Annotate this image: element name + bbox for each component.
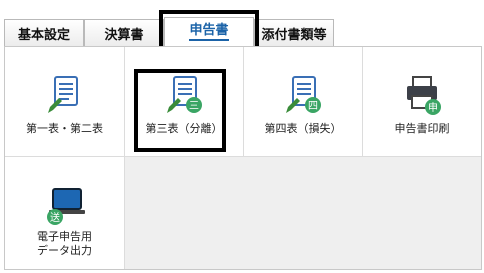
tile-form-1-2[interactable]: 第一表・第二表 bbox=[5, 47, 125, 157]
tab-bar: 基本設定 決算書 申告書 添付書類等 bbox=[0, 0, 484, 46]
tab-label: 申告書 bbox=[189, 23, 229, 41]
tile-form-4[interactable]: 四 第四表（損失） bbox=[244, 47, 363, 157]
badge-text: 四 bbox=[308, 101, 318, 112]
badge-text: 送 bbox=[50, 211, 60, 224]
laptop-send-icon: 送 bbox=[46, 188, 85, 225]
tile-label: 申告書印刷 bbox=[394, 122, 450, 135]
tile-panel: 第一表・第二表 三 第三表（分離） 四 第四表（損失） 申 申告書印刷 送 電子… bbox=[4, 46, 482, 270]
tab-label: 決算書 bbox=[104, 27, 144, 43]
tile-label-line1: 電子申告用 bbox=[37, 230, 92, 243]
tile-e-filing-export[interactable]: 送 電子申告用 データ出力 bbox=[5, 157, 125, 269]
badge-text: 三 bbox=[189, 101, 199, 112]
tile-label: 第四表（損失） bbox=[264, 122, 342, 135]
tile-label-line2: データ出力 bbox=[37, 244, 92, 257]
document-edit-icon bbox=[47, 76, 78, 113]
document-edit-icon: 三 bbox=[167, 76, 202, 113]
tab-financial-statements[interactable]: 決算書 bbox=[84, 19, 164, 46]
tab-basic-settings[interactable]: 基本設定 bbox=[4, 19, 84, 46]
tab-tax-return[interactable]: 申告書 bbox=[164, 17, 254, 46]
tab-label: 添付書類等 bbox=[261, 27, 327, 43]
tab-attachments[interactable]: 添付書類等 bbox=[254, 19, 334, 46]
tile-print[interactable]: 申 申告書印刷 bbox=[363, 47, 481, 157]
tile-label: 第三表（分離） bbox=[145, 122, 223, 135]
tile-label: 電子申告用 データ出力 bbox=[5, 230, 124, 258]
document-edit-icon: 四 bbox=[286, 76, 321, 113]
tile-label: 第一表・第二表 bbox=[26, 122, 103, 135]
badge-text: 申 bbox=[428, 101, 438, 114]
printer-icon: 申 bbox=[407, 76, 441, 115]
tab-label: 基本設定 bbox=[17, 27, 70, 43]
tile-form-3[interactable]: 三 第三表（分離） bbox=[125, 47, 244, 157]
